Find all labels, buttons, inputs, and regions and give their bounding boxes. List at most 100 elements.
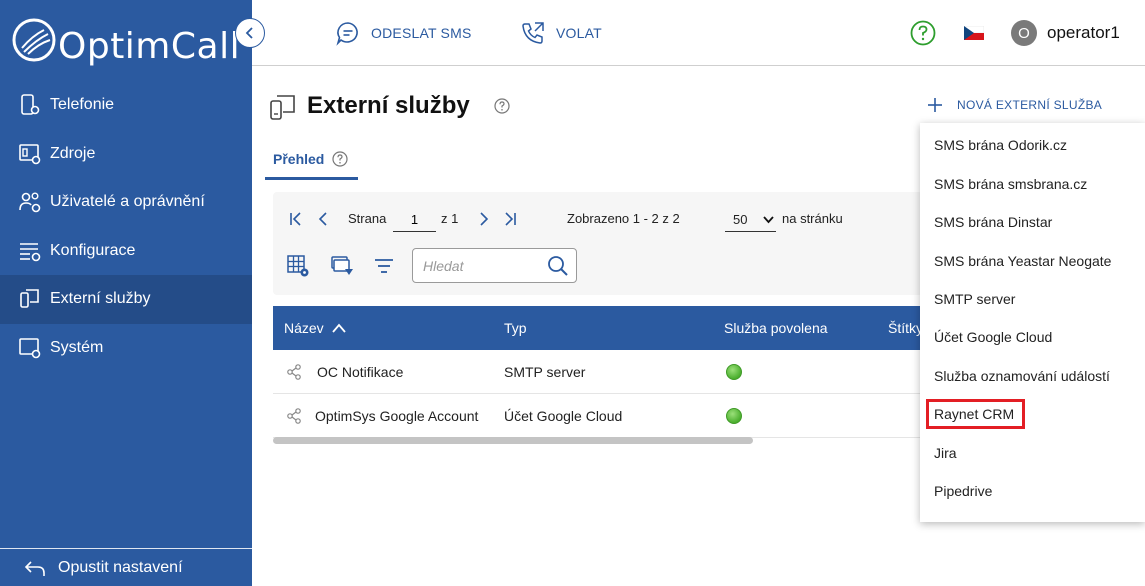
help-icon[interactable]	[910, 20, 936, 46]
column-header-label: Název	[284, 320, 324, 336]
status-enabled-icon	[726, 408, 742, 424]
resources-gear-icon	[19, 143, 41, 165]
sidebar-item-label: Externí služby	[50, 290, 151, 308]
username[interactable]: operator1	[1047, 23, 1120, 43]
search-icon[interactable]	[547, 255, 569, 277]
system-gear-icon	[19, 337, 41, 359]
sidebar-item-zdroje[interactable]: Zdroje	[0, 130, 252, 179]
top-bar: ODESLAT SMS VOLAT O operator1	[252, 0, 1145, 66]
search-box	[412, 248, 577, 283]
page-number-input[interactable]	[393, 208, 436, 232]
phone-outgoing-icon	[522, 22, 544, 44]
menu-item-pipedrive[interactable]: Pipedrive	[920, 472, 1145, 510]
column-header-name[interactable]: Název	[284, 320, 346, 336]
sidebar-item-telefonie[interactable]: Telefonie	[0, 81, 252, 130]
sidebar-item-label: Konfigurace	[50, 241, 136, 259]
menu-item-sms-odorik[interactable]: SMS brána Odorik.cz	[920, 126, 1145, 164]
help-icon[interactable]	[494, 98, 510, 114]
leave-settings-button[interactable]: Opustit nastavení	[0, 548, 252, 586]
first-page-icon[interactable]	[288, 211, 304, 227]
tab-prehled[interactable]: Přehled	[265, 140, 358, 180]
menu-item-raynet-crm[interactable]: Raynet CRM	[920, 395, 1145, 433]
service-type: SMTP server	[504, 364, 586, 380]
sidebar-item-label: Uživatelé a oprávnění	[50, 193, 205, 211]
leave-settings-label: Opustit nastavení	[58, 558, 183, 576]
menu-item-label: SMS brána smsbrana.cz	[934, 176, 1088, 192]
chat-bubble-icon	[336, 22, 358, 46]
new-external-service-label: NOVÁ EXTERNÍ SLUŽBA	[957, 98, 1103, 112]
sidebar-item-system[interactable]: Systém	[0, 324, 252, 373]
records-shown-label: Zobrazeno 1 - 2 z 2	[567, 211, 680, 226]
menu-item-event-notification[interactable]: Služba oznamování událostí	[920, 357, 1145, 395]
sidebar-item-externi-sluzby[interactable]: Externí služby	[0, 275, 252, 324]
menu-item-label: Raynet CRM	[926, 399, 1026, 429]
service-name: OptimSys Google Account	[315, 408, 479, 424]
service-type: Účet Google Cloud	[504, 408, 623, 424]
last-page-icon[interactable]	[502, 211, 518, 227]
tab-label: Přehled	[273, 150, 325, 167]
menu-item-google-cloud[interactable]: Účet Google Cloud	[920, 318, 1145, 356]
share-icon	[287, 364, 301, 380]
call-button[interactable]: VOLAT	[520, 20, 602, 46]
menu-item-label: SMS brána Odorik.cz	[934, 137, 1068, 153]
table-row[interactable]: OC Notifikace SMTP server	[273, 350, 923, 394]
horizontal-scrollbar[interactable]	[273, 437, 753, 444]
menu-item-label: Pipedrive	[934, 483, 993, 499]
search-input[interactable]	[423, 256, 543, 276]
send-sms-button[interactable]: ODESLAT SMS	[335, 20, 472, 46]
table-settings-icon[interactable]	[286, 254, 310, 278]
menu-item-label: Účet Google Cloud	[934, 329, 1053, 345]
export-icon[interactable]	[330, 254, 354, 278]
menu-item-sms-yeastar[interactable]: SMS brána Yeastar Neogate	[920, 242, 1145, 280]
share-icon	[287, 408, 301, 424]
help-icon[interactable]	[332, 150, 348, 167]
menu-item-label: Jira	[934, 445, 957, 461]
chevron-left-icon	[245, 27, 253, 39]
menu-item-label: Služba oznamování událostí	[934, 368, 1110, 384]
per-page-select[interactable]: 50	[725, 208, 776, 232]
per-page-label: na stránku	[782, 211, 843, 226]
status-enabled-icon	[726, 364, 742, 380]
call-label: VOLAT	[556, 25, 602, 41]
filter-icon[interactable]	[372, 254, 396, 278]
column-header-enabled[interactable]: Služba povolena	[724, 320, 828, 336]
services-table: Název Typ Služba povolena Štítky OC Noti…	[273, 306, 923, 446]
table-row[interactable]: OptimSys Google Account Účet Google Clou…	[273, 394, 923, 438]
new-external-service-button[interactable]: NOVÁ EXTERNÍ SLUŽBA	[927, 97, 1102, 113]
app-name: OptimCall	[58, 26, 241, 67]
table-header: Název Typ Služba povolena Štítky	[273, 306, 923, 350]
page-title: Externí služby	[307, 92, 470, 119]
next-page-icon[interactable]	[476, 211, 492, 227]
page-total-label: z 1	[441, 211, 459, 226]
column-header-tags[interactable]: Štítky	[888, 320, 923, 336]
czech-flag-icon[interactable]	[964, 26, 984, 40]
sidebar-nav: Telefonie Zdroje Uživatelé a oprávnění K…	[0, 81, 252, 372]
external-services-icon	[270, 95, 295, 120]
menu-item-label: SMS brána Dinstar	[934, 214, 1053, 230]
app-logo: OptimCall	[10, 14, 240, 70]
sidebar-item-uzivatele[interactable]: Uživatelé a oprávnění	[0, 178, 252, 227]
menu-item-label: SMTP server	[934, 291, 1016, 307]
menu-item-sms-dinstar[interactable]: SMS brána Dinstar	[920, 203, 1145, 241]
sidebar-item-label: Systém	[50, 338, 104, 356]
menu-item-sms-smsbrana[interactable]: SMS brána smsbrana.cz	[920, 165, 1145, 203]
send-sms-label: ODESLAT SMS	[371, 25, 472, 41]
sidebar-item-konfigurace[interactable]: Konfigurace	[0, 227, 252, 276]
menu-item-jira[interactable]: Jira	[920, 434, 1145, 472]
sort-ascending-icon	[331, 323, 346, 333]
phone-gear-icon	[21, 94, 40, 116]
sidebar-item-label: Zdroje	[50, 144, 96, 162]
per-page-value: 50	[733, 212, 748, 227]
external-services-icon	[20, 289, 39, 309]
new-service-menu: SMS brána Odorik.cz SMS brána smsbrana.c…	[920, 123, 1145, 522]
menu-item-smtp-server[interactable]: SMTP server	[920, 280, 1145, 318]
sidebar: OptimCall Telefonie Zdroje Uživatelé a o…	[0, 0, 252, 586]
column-header-type[interactable]: Typ	[504, 320, 527, 336]
avatar[interactable]: O	[1011, 20, 1037, 46]
menu-item-label: SMS brána Yeastar Neogate	[934, 253, 1112, 269]
users-gear-icon	[19, 192, 41, 213]
previous-page-icon[interactable]	[315, 211, 331, 227]
sidebar-collapse-button[interactable]	[235, 18, 265, 48]
plus-icon	[928, 98, 942, 112]
table-toolbar	[273, 192, 923, 295]
